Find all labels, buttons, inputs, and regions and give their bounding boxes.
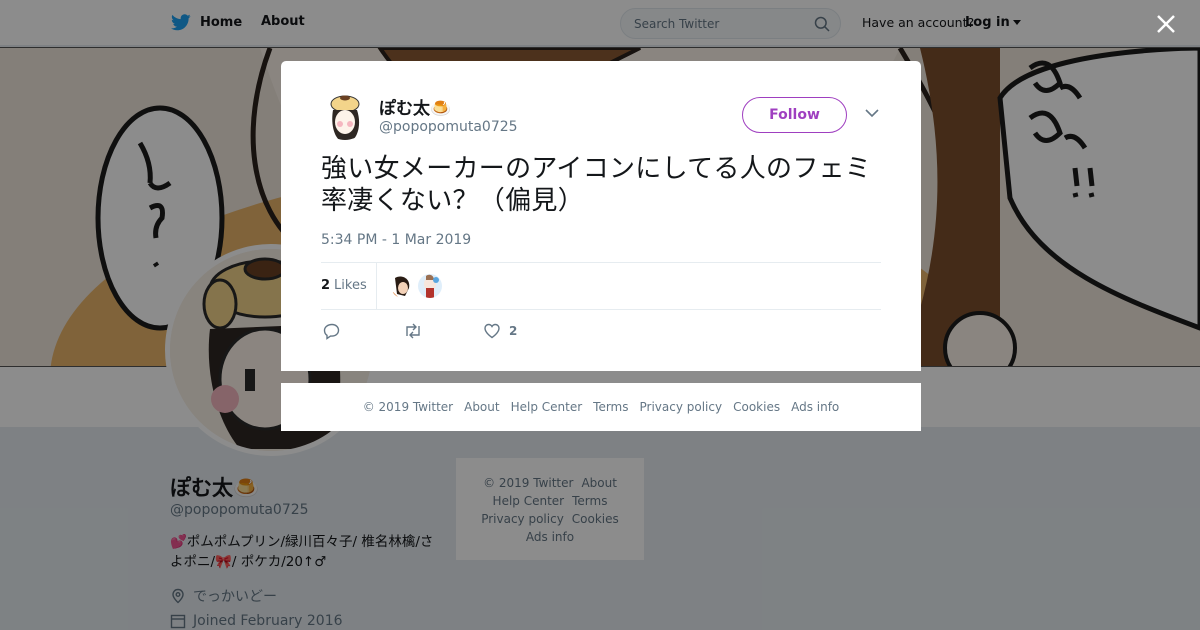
footer-about[interactable]: About (464, 400, 499, 414)
tweet-author-handle[interactable]: @popopomuta0725 (379, 119, 518, 135)
close-icon[interactable] (1154, 12, 1178, 36)
liker-avatar[interactable] (391, 274, 415, 298)
retweet-icon (406, 323, 420, 339)
reply-icon (323, 323, 340, 340)
tweet-stats: 2 Likes (321, 262, 881, 310)
liker-avatar-image (391, 274, 415, 298)
footer-privacy-policy[interactable]: Privacy policy (640, 400, 723, 414)
like-button[interactable]: 2 (483, 322, 517, 340)
footer-cookies[interactable]: Cookies (733, 400, 780, 414)
tweet-text: 強い女メーカーのアイコンにしてる人のフェミ率凄くない？（偏見） (321, 154, 872, 216)
like-count: 2 (509, 324, 518, 338)
footer-terms[interactable]: Terms (593, 400, 628, 414)
retweet-button[interactable] (403, 322, 423, 340)
stats-divider (376, 263, 377, 309)
liker-avatar-image (418, 274, 442, 298)
tweet-modal: ぽむ太🍮 @popopomuta0725 Follow 強い女メーカーのアイコン… (281, 61, 921, 371)
tweet-timestamp[interactable]: 5:34 PM - 1 Mar 2019 (321, 232, 471, 248)
chevron-down-icon[interactable] (865, 108, 879, 118)
tweet-actions: 2 (321, 322, 881, 342)
footer-help-center[interactable]: Help Center (511, 400, 583, 414)
reply-button[interactable] (323, 322, 341, 340)
footer-copyright: © 2019 Twitter (362, 400, 454, 414)
liker-avatar[interactable] (418, 274, 442, 298)
footer-ads-info[interactable]: Ads info (791, 400, 839, 414)
likes-stat[interactable]: 2 Likes (321, 278, 367, 293)
heart-icon (484, 323, 500, 339)
tweet-author-name[interactable]: ぽむ太🍮 (379, 94, 451, 119)
tweet-author-avatar[interactable] (321, 92, 369, 140)
avatar-illustration (321, 92, 369, 140)
modal-footer: © 2019 Twitter About Help Center Terms P… (281, 383, 921, 431)
follow-button[interactable]: Follow (742, 97, 847, 133)
likes-label: Likes (334, 278, 367, 293)
likes-count: 2 (321, 278, 331, 293)
